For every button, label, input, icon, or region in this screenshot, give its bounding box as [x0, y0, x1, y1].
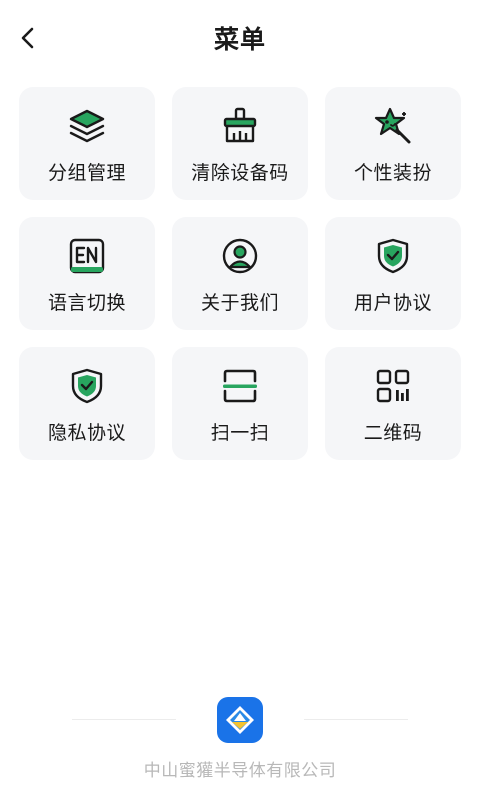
user-circle-icon [222, 238, 258, 274]
menu-item-label: 分组管理 [47, 162, 126, 184]
language-en-icon [69, 238, 105, 274]
company-logo-icon [226, 706, 254, 734]
menu-item-label: 用户协议 [353, 292, 432, 314]
menu-item-about-us[interactable]: 关于我们 [172, 217, 308, 330]
menu-item-scan[interactable]: 扫一扫 [172, 347, 308, 460]
menu-item-clear-device-code[interactable]: 清除设备码 [172, 87, 308, 200]
menu-item-label: 个性装扮 [353, 162, 432, 184]
page-title: 菜单 [213, 25, 266, 54]
qr-code-icon [376, 369, 410, 403]
company-logo [217, 697, 263, 743]
broom-icon [223, 107, 257, 143]
menu-page: 菜单 分组管理 清除设备码 个性装扮 语言切换 关于我们 用户协议 隐私协议 扫… [0, 0, 480, 800]
footer-divider-right [304, 719, 408, 720]
menu-item-label: 扫一扫 [210, 422, 270, 444]
header: 菜单 [0, 0, 480, 76]
menu-item-label: 清除设备码 [191, 162, 289, 184]
menu-item-user-agreement[interactable]: 用户协议 [325, 217, 461, 330]
company-name: 中山蜜獾半导体有限公司 [143, 761, 337, 781]
footer-divider-left [72, 719, 176, 720]
menu-item-label: 二维码 [363, 422, 423, 444]
scan-icon [223, 369, 257, 403]
menu-item-qr-code[interactable]: 二维码 [325, 347, 461, 460]
menu-grid: 分组管理 清除设备码 个性装扮 语言切换 关于我们 用户协议 隐私协议 扫一扫 … [19, 87, 461, 460]
menu-item-group-management[interactable]: 分组管理 [19, 87, 155, 200]
menu-item-personalize[interactable]: 个性装扮 [325, 87, 461, 200]
shield-check-icon [71, 368, 103, 404]
menu-item-language-switch[interactable]: 语言切换 [19, 217, 155, 330]
star-wand-icon [374, 107, 411, 144]
menu-item-label: 语言切换 [47, 292, 126, 314]
shield-check-icon [377, 238, 409, 274]
menu-item-privacy-agreement[interactable]: 隐私协议 [19, 347, 155, 460]
menu-item-label: 关于我们 [200, 292, 279, 314]
layers-icon [69, 109, 105, 143]
menu-item-label: 隐私协议 [47, 422, 126, 444]
